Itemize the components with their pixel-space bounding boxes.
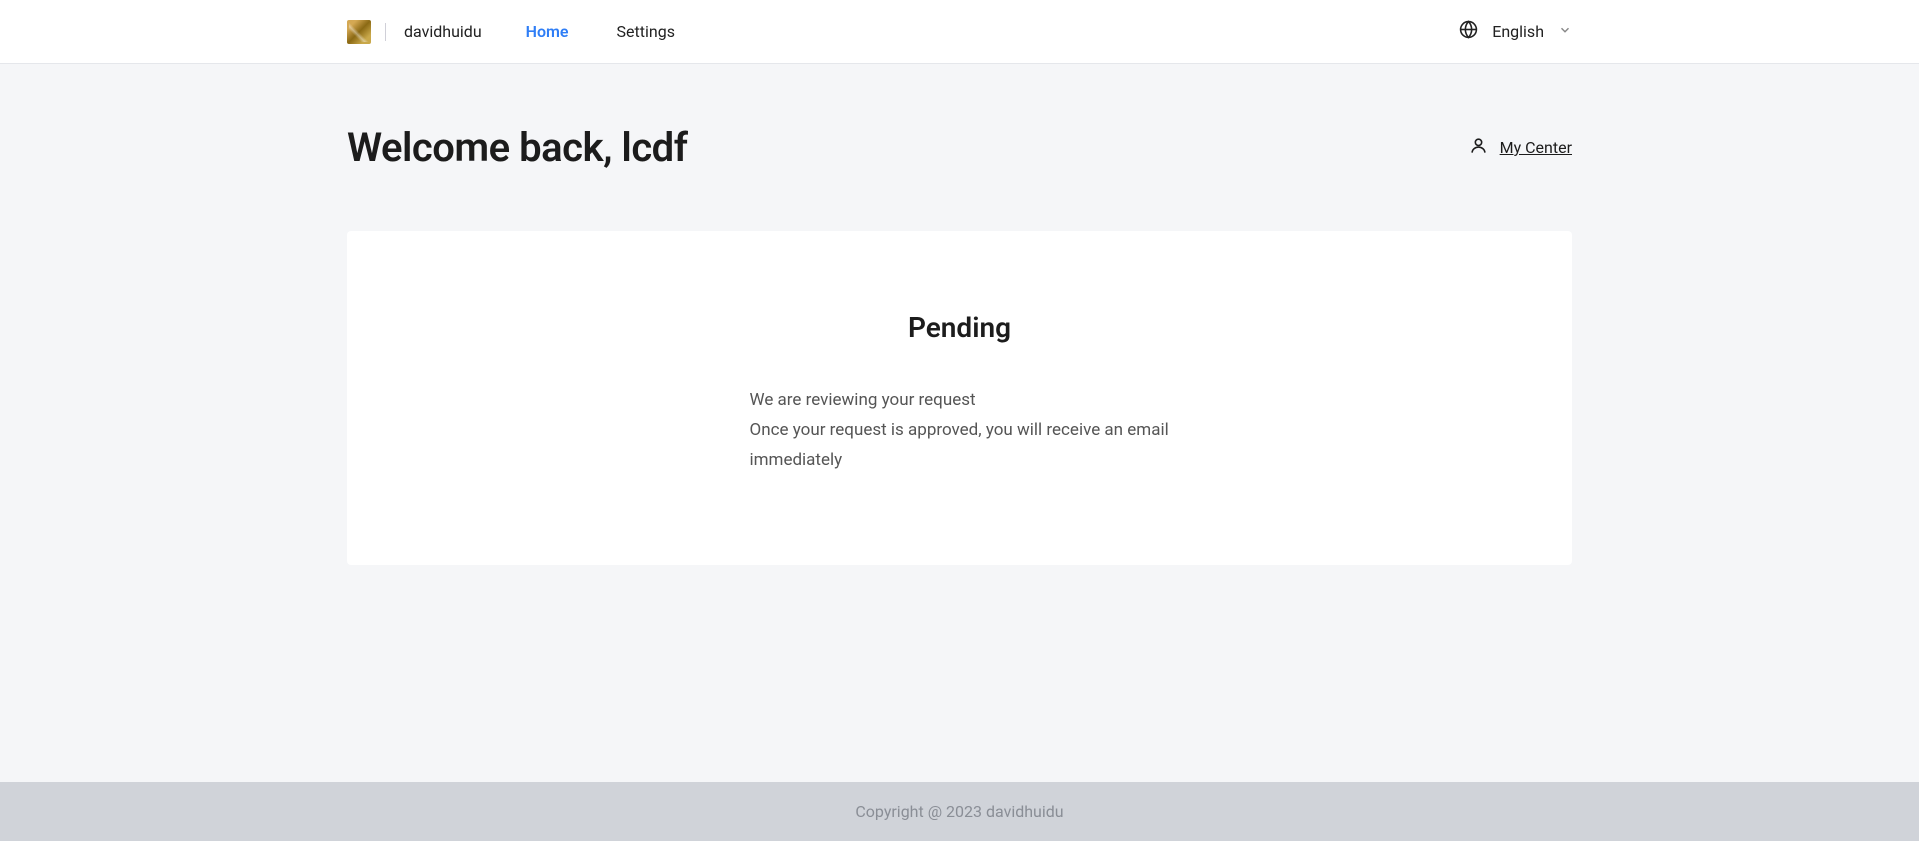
brand-logo[interactable]: [347, 20, 371, 44]
my-center-label: My Center: [1500, 138, 1572, 157]
main-content: Welcome back, lcdf My Center Pending We …: [347, 64, 1572, 722]
chevron-down-icon: [1558, 22, 1572, 41]
pending-body: We are reviewing your request Once your …: [750, 386, 1170, 475]
globe-icon: [1459, 20, 1478, 43]
language-selector[interactable]: English: [1459, 20, 1572, 43]
nav-settings[interactable]: Settings: [617, 0, 675, 64]
main-nav: Home Settings: [526, 0, 675, 64]
brand-name[interactable]: davidhuidu: [404, 22, 482, 41]
user-icon: [1469, 136, 1488, 159]
nav-home[interactable]: Home: [526, 0, 569, 64]
pending-line-2: Once your request is approved, you will …: [750, 416, 1170, 476]
pending-line-1: We are reviewing your request: [750, 386, 1170, 416]
language-label: English: [1492, 22, 1544, 41]
page-title: Welcome back, lcdf: [347, 124, 687, 171]
status-card: Pending We are reviewing your request On…: [347, 231, 1572, 565]
copyright-text: Copyright @ 2023 davidhuidu: [855, 802, 1063, 821]
divider: [385, 23, 386, 41]
my-center-link[interactable]: My Center: [1469, 136, 1572, 159]
footer: Copyright @ 2023 davidhuidu: [0, 782, 1919, 841]
header: davidhuidu Home Settings English: [0, 0, 1919, 64]
pending-title: Pending: [407, 311, 1512, 344]
